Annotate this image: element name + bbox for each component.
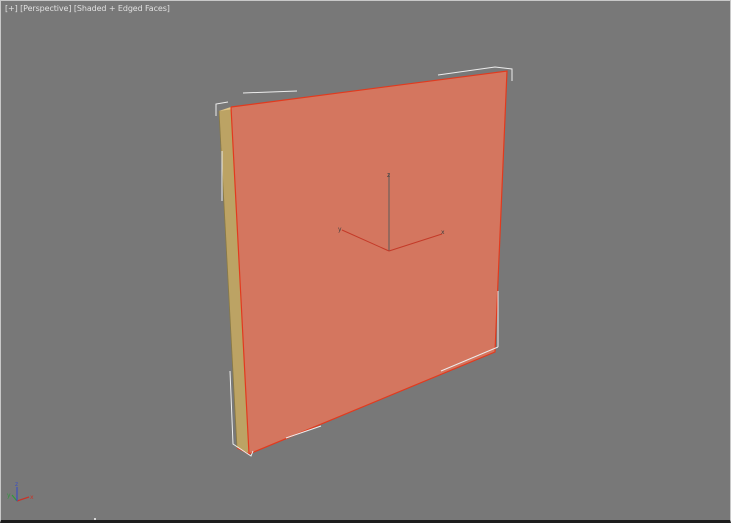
axis-y-label: y	[7, 492, 11, 499]
time-slider-marker	[94, 518, 96, 520]
world-axis-tripod: x y z	[7, 481, 34, 502]
viewport-scene[interactable]: z y x x y z	[1, 1, 730, 519]
gizmo-x-label: x	[441, 229, 445, 236]
axis-x-line	[16, 496, 30, 502]
axis-y-line	[11, 494, 18, 502]
axis-x-label: x	[30, 494, 34, 501]
wall-panel-object[interactable]	[218, 70, 508, 455]
panel-front-face[interactable]	[231, 71, 507, 454]
gizmo-y-label: y	[338, 226, 342, 233]
gizmo-z-label: z	[387, 172, 390, 179]
perspective-viewport[interactable]: [+] [Perspective] [Shaded + Edged Faces]	[0, 0, 731, 523]
axis-z-label: z	[15, 481, 18, 488]
